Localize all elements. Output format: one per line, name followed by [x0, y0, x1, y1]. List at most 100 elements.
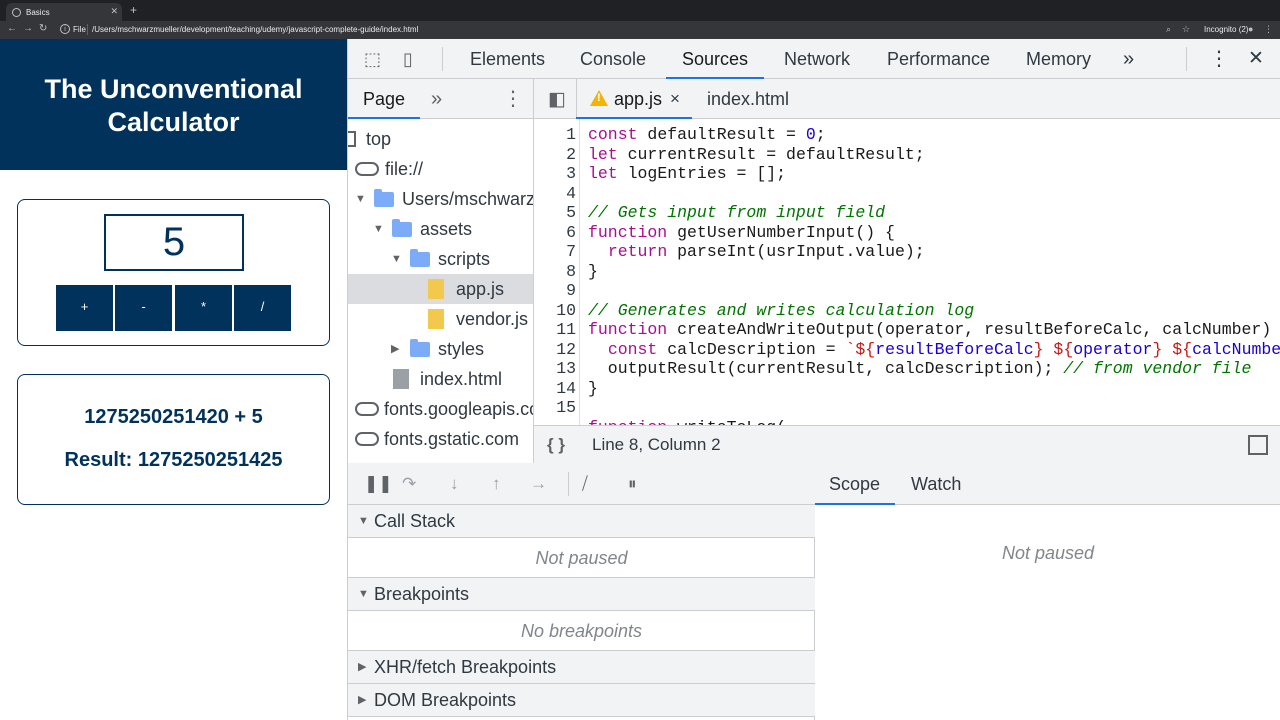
code-line[interactable]: outputResult(currentResult, calcDescript…: [588, 359, 1252, 379]
back-icon[interactable]: ←: [7, 23, 17, 34]
editor-tab-close-icon[interactable]: ×: [670, 79, 680, 119]
code-line[interactable]: let currentResult = defaultResult;: [588, 145, 925, 165]
line-number[interactable]: 6: [534, 223, 576, 243]
zoom-icon[interactable]: ⌕: [1166, 24, 1171, 35]
code-line[interactable]: [588, 184, 598, 204]
pretty-print-icon[interactable]: { }: [547, 426, 565, 464]
code-line[interactable]: // Generates and writes calculation log: [588, 301, 974, 321]
code-line[interactable]: [588, 281, 598, 301]
code-line[interactable]: function createAndWriteOutput(operator, …: [588, 320, 1280, 340]
call-stack-header[interactable]: ▼ Call Stack: [348, 505, 815, 538]
tab-network[interactable]: Network: [784, 39, 850, 79]
code-line[interactable]: let logEntries = [];: [588, 164, 786, 184]
devtools-menu-icon[interactable]: ⋮: [1209, 39, 1229, 79]
line-number[interactable]: 4: [534, 184, 576, 204]
incognito-icon[interactable]: ●: [1248, 24, 1253, 34]
line-number[interactable]: 15: [534, 398, 576, 418]
editor-tab-app-js[interactable]: app.js: [614, 79, 662, 119]
navigator-menu-icon[interactable]: ⋮: [503, 79, 523, 119]
line-number-gutter[interactable]: 1 2 3 4 5 6 7 8 9 10 11 12 13 14 15: [534, 119, 580, 425]
add-button[interactable]: +: [56, 285, 113, 331]
url-field[interactable]: /Users/mschwarzmueller/development/teach…: [92, 25, 418, 34]
multiply-button[interactable]: *: [175, 285, 232, 331]
toggle-navigator-icon[interactable]: ◧: [548, 88, 566, 111]
editor-tab-index-html[interactable]: index.html: [707, 79, 789, 119]
pause-icon[interactable]: ❚❚: [364, 474, 393, 494]
code-line[interactable]: // Gets input from input field: [588, 203, 885, 223]
info-icon[interactable]: i: [60, 24, 70, 34]
line-number[interactable]: 10: [534, 301, 576, 321]
code-line[interactable]: }: [588, 262, 598, 282]
line-number[interactable]: 1: [534, 125, 576, 145]
code-line[interactable]: const defaultResult = 0;: [588, 125, 826, 145]
tree-item-file[interactable]: file://: [348, 154, 533, 184]
tab-sources[interactable]: Sources: [666, 39, 765, 79]
more-tabs-icon[interactable]: »: [1123, 39, 1134, 79]
number-input[interactable]: 5: [104, 214, 244, 271]
breakpoints-header[interactable]: ▼ Breakpoints: [348, 578, 815, 611]
step-into-icon[interactable]: ↓: [450, 474, 459, 494]
toggle-debugger-sidebar-icon[interactable]: [1248, 435, 1268, 455]
line-number[interactable]: 5: [534, 203, 576, 223]
line-number[interactable]: 14: [534, 379, 576, 399]
tree-item-index-html[interactable]: index.html: [348, 364, 533, 394]
tree-item-fonts-googleapis[interactable]: fonts.googleapis.com: [348, 394, 533, 424]
code-line[interactable]: [588, 398, 598, 418]
tab-watch[interactable]: Watch: [911, 463, 961, 505]
file-navigator: Page » ⋮ top file:// ▼ Users/mschwarzmue…: [348, 79, 534, 463]
line-number[interactable]: 12: [534, 340, 576, 360]
collapse-triangle-icon[interactable]: ▶: [391, 334, 399, 364]
tree-item-styles[interactable]: ▶ styles: [348, 334, 533, 364]
new-tab-button[interactable]: +: [130, 3, 137, 17]
tree-item-fonts-gstatic[interactable]: fonts.gstatic.com: [348, 424, 533, 454]
line-number[interactable]: 13: [534, 359, 576, 379]
code-line[interactable]: return parseInt(usrInput.value);: [588, 242, 925, 262]
line-number[interactable]: 2: [534, 145, 576, 165]
line-number[interactable]: 8: [534, 262, 576, 282]
code-area[interactable]: 1 2 3 4 5 6 7 8 9 10 11 12 13 14 15 cons…: [534, 119, 1280, 425]
tab-scope[interactable]: Scope: [829, 463, 880, 505]
code-line[interactable]: function getUserNumberInput() {: [588, 223, 895, 243]
code-line[interactable]: }: [588, 379, 598, 399]
code-line[interactable]: function writeToLog(: [588, 418, 786, 426]
tab-elements[interactable]: Elements: [470, 39, 545, 79]
xhr-breakpoints-header[interactable]: ▶ XHR/fetch Breakpoints: [348, 651, 815, 684]
expand-triangle-icon[interactable]: ▼: [391, 244, 402, 274]
tree-item-users[interactable]: ▼ Users/mschwarzmueller: [348, 184, 533, 214]
pause-on-exceptions-icon[interactable]: ⏸: [628, 474, 637, 494]
tree-item-scripts[interactable]: ▼ scripts: [348, 244, 533, 274]
devtools-close-icon[interactable]: ✕: [1248, 39, 1264, 79]
star-icon[interactable]: ☆: [1182, 24, 1190, 35]
browser-menu-icon[interactable]: ⋮: [1264, 24, 1273, 35]
dom-breakpoints-header[interactable]: ▶ DOM Breakpoints: [348, 684, 815, 717]
inspect-element-icon[interactable]: ⬚: [364, 49, 381, 70]
reload-icon[interactable]: ↻: [39, 23, 47, 34]
subtract-button[interactable]: -: [115, 285, 172, 331]
step-icon[interactable]: →: [530, 474, 547, 494]
device-toolbar-icon[interactable]: ▯: [403, 49, 413, 70]
tab-page[interactable]: Page: [363, 79, 405, 119]
expand-triangle-icon[interactable]: ▼: [355, 184, 366, 214]
tree-item-app-js[interactable]: app.js: [348, 274, 533, 304]
forward-icon[interactable]: →: [23, 23, 33, 34]
tree-item-top[interactable]: top: [348, 124, 533, 154]
line-number[interactable]: 3: [534, 164, 576, 184]
close-tab-icon[interactable]: ✕: [110, 6, 118, 17]
deactivate-breakpoints-icon[interactable]: ⧸: [582, 474, 588, 494]
code-line[interactable]: const calcDescription = `${resultBeforeC…: [588, 340, 1280, 360]
expand-triangle-icon[interactable]: ▼: [373, 214, 384, 244]
line-number[interactable]: 7: [534, 242, 576, 262]
tree-item-assets[interactable]: ▼ assets: [348, 214, 533, 244]
step-over-icon[interactable]: ↷: [402, 474, 416, 494]
tab-performance[interactable]: Performance: [887, 39, 990, 79]
divide-button[interactable]: /: [234, 285, 291, 331]
line-number[interactable]: 9: [534, 281, 576, 301]
incognito-label[interactable]: Incognito (2): [1204, 25, 1248, 34]
browser-tab[interactable]: Basics ✕: [6, 3, 122, 21]
line-number[interactable]: 11: [534, 320, 576, 340]
step-out-icon[interactable]: ↑: [492, 474, 501, 494]
tab-memory[interactable]: Memory: [1026, 39, 1091, 79]
navigator-more-icon[interactable]: »: [431, 79, 442, 119]
tree-item-vendor-js[interactable]: vendor.js: [348, 304, 533, 334]
tab-console[interactable]: Console: [580, 39, 646, 79]
